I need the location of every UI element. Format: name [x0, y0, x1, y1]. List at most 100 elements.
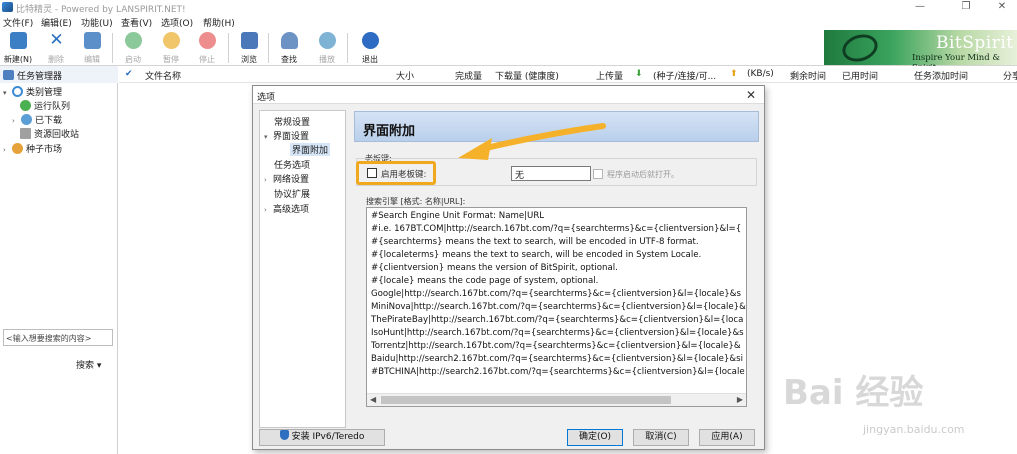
tree-item-interface-extra[interactable]: 界面附加 — [290, 143, 331, 156]
pause-button[interactable]: 暂停 — [155, 31, 187, 65]
dialog-close-icon[interactable]: ✕ — [746, 88, 756, 102]
boss-key-checkbox[interactable] — [367, 168, 377, 178]
boss-key-hotkey-field[interactable]: 无 — [511, 166, 591, 181]
text-line: #BTCHINA|http://search2.167bt.com/?q={se… — [371, 367, 745, 377]
edit-label: 编辑 — [84, 55, 100, 64]
sidebar-item-label: 已下载 — [35, 116, 63, 126]
edit-button[interactable]: 编辑 — [76, 31, 108, 65]
install-ipv6-button[interactable]: 安装 IPv6/Teredo — [259, 429, 385, 446]
menu-options[interactable]: 选项(O) — [161, 16, 193, 29]
find-button[interactable]: 查找 — [273, 31, 305, 65]
tree-item-advanced[interactable]: › 高级选项 — [264, 202, 309, 215]
start-label: 启动 — [125, 55, 141, 64]
search-engine-textarea[interactable]: #Search Engine Unit Format: Name|URL #i.… — [366, 207, 747, 407]
tree-item-general[interactable]: 常规设置 — [274, 115, 310, 128]
ok-button[interactable]: 确定(O) — [567, 429, 623, 446]
select-all-check-icon[interactable]: ✔ — [125, 69, 133, 79]
find-bulb-icon — [281, 32, 298, 49]
tree-item-protocol[interactable]: 协议扩展 — [274, 187, 310, 200]
sidebar-item-downloaded[interactable]: › 已下载 — [12, 113, 62, 127]
expand-chevron-icon[interactable]: › — [3, 146, 12, 154]
tree-item-network[interactable]: › 网络设置 — [264, 172, 309, 185]
column-completed[interactable]: 完成量 — [455, 69, 482, 82]
column-filename[interactable]: 文件名称 — [145, 69, 181, 82]
menu-file[interactable]: 文件(F) — [3, 16, 33, 29]
new-button[interactable]: 新建(N) — [2, 31, 34, 65]
sidebar-item-category[interactable]: ▾ 类别管理 — [3, 85, 62, 99]
downloaded-icon — [21, 114, 32, 125]
new-label: 新建(N) — [3, 55, 33, 64]
sidebar-item-label: 资源回收站 — [34, 130, 80, 140]
delete-label: 删除 — [48, 55, 64, 64]
column-uploaded[interactable]: 上传量 — [596, 69, 623, 82]
text-line: Google|http://search.167bt.com/?q={searc… — [371, 289, 741, 299]
sidebar-search-button[interactable]: 搜索 ▾ — [76, 358, 101, 371]
panel-title: 界面附加 — [363, 124, 416, 139]
browse-monitor-icon — [241, 32, 258, 49]
text-line: #{locale} means the code page of system,… — [371, 276, 599, 286]
collapse-chevron-icon[interactable]: ▾ — [3, 89, 12, 97]
sidebar-item-label: 种子市场 — [26, 145, 63, 155]
text-line: MiniNova|http://search.167bt.com/?q={sea… — [371, 302, 746, 312]
delete-button[interactable]: ✕ 删除 — [40, 31, 72, 65]
stop-label: 停止 — [199, 55, 215, 64]
running-queue-icon — [20, 100, 31, 111]
play-label: 播放 — [319, 55, 335, 64]
start-button[interactable]: 启动 — [117, 31, 149, 65]
expand-chevron-icon[interactable]: › — [264, 206, 273, 214]
sidebar-item-label: 运行队列 — [34, 102, 71, 112]
stop-button[interactable]: 停止 — [191, 31, 223, 65]
sidebar-item-recycle-bin[interactable]: 资源回收站 — [20, 127, 79, 141]
text-line: #{localeterms} means the text to search,… — [371, 250, 702, 260]
brand-name: BitSpirit — [936, 33, 1014, 53]
expand-chevron-icon[interactable]: › — [12, 117, 21, 125]
minimize-button[interactable]: — — [906, 0, 934, 14]
scroll-left-icon[interactable]: ◀ — [370, 395, 376, 404]
tree-item-label: 界面设置 — [273, 132, 310, 142]
tree-item-task-options[interactable]: 任务选项 — [274, 158, 310, 171]
panel-header: 界面附加 — [354, 111, 759, 142]
autostart-label: 程序启动后就打开。 — [607, 170, 679, 179]
restore-button[interactable]: ❐ — [952, 0, 980, 14]
cancel-button[interactable]: 取消(C) — [633, 429, 689, 446]
horizontal-scrollbar[interactable]: ◀ ▶ — [367, 393, 746, 406]
column-seeds[interactable]: (种子/连接/可... — [653, 69, 716, 82]
apply-button[interactable]: 应用(A) — [699, 429, 755, 446]
tree-item-interface[interactable]: ▾ 界面设置 — [264, 129, 309, 142]
column-size[interactable]: 大小 — [396, 69, 414, 82]
toolbar-separator — [347, 33, 348, 63]
options-tree: 常规设置 ▾ 界面设置 界面附加 任务选项 › 网络设置 协议扩展 › 高级选项 — [259, 110, 346, 428]
play-circle-icon — [125, 32, 142, 49]
autostart-checkbox[interactable] — [593, 169, 603, 179]
column-remaining[interactable]: 剩余时间 — [790, 69, 826, 82]
new-task-icon — [10, 32, 27, 49]
sidebar: 任务管理器 ▾ 类别管理 运行队列 › 已下载 资源回收站 › 种子市场 <输入想要搜… — [0, 66, 118, 454]
close-window-button[interactable]: ✕ — [988, 0, 1016, 14]
scroll-right-icon[interactable]: ▶ — [737, 395, 743, 404]
pause-label: 暂停 — [163, 55, 179, 64]
title-bar: 比特精灵 - Powered by LANSPIRIT.NET! — ❐ ✕ — [0, 0, 1017, 15]
collapse-chevron-icon[interactable]: ▾ — [264, 133, 273, 141]
column-elapsed[interactable]: 已用时间 — [842, 69, 878, 82]
menu-help[interactable]: 帮助(H) — [203, 16, 235, 29]
exit-button[interactable]: 退出 — [354, 31, 386, 65]
sidebar-item-seed-market[interactable]: › 种子市场 — [3, 142, 62, 156]
column-speed[interactable]: (KB/s) — [747, 69, 774, 79]
text-line: ThePirateBay|http://search.167bt.com/?q=… — [371, 315, 744, 325]
column-downloaded[interactable]: 下载量 (健康度) — [495, 69, 559, 82]
browse-label: 浏览 — [241, 55, 257, 64]
expand-chevron-icon[interactable]: › — [264, 176, 273, 184]
seed-market-icon — [12, 143, 23, 154]
menu-view[interactable]: 查看(V) — [121, 16, 152, 29]
menu-edit[interactable]: 编辑(E) — [41, 16, 72, 29]
column-added-time[interactable]: 任务添加时间 — [914, 69, 968, 82]
play-button[interactable]: 播放 — [311, 31, 343, 65]
download-arrow-icon: ⬇ — [635, 69, 643, 79]
menu-function[interactable]: 功能(U) — [81, 16, 113, 29]
toolbar: 新建(N) ✕ 删除 编辑 启动 暂停 停止 浏览 查找 播放 退出 BitSp… — [0, 29, 1017, 73]
column-share[interactable]: 分享 — [1003, 69, 1017, 82]
browse-button[interactable]: 浏览 — [233, 31, 265, 65]
sidebar-search-input[interactable]: <输入想要搜索的内容> — [3, 329, 113, 346]
scrollbar-thumb[interactable] — [381, 396, 671, 404]
sidebar-item-running-queue[interactable]: 运行队列 — [20, 99, 70, 113]
